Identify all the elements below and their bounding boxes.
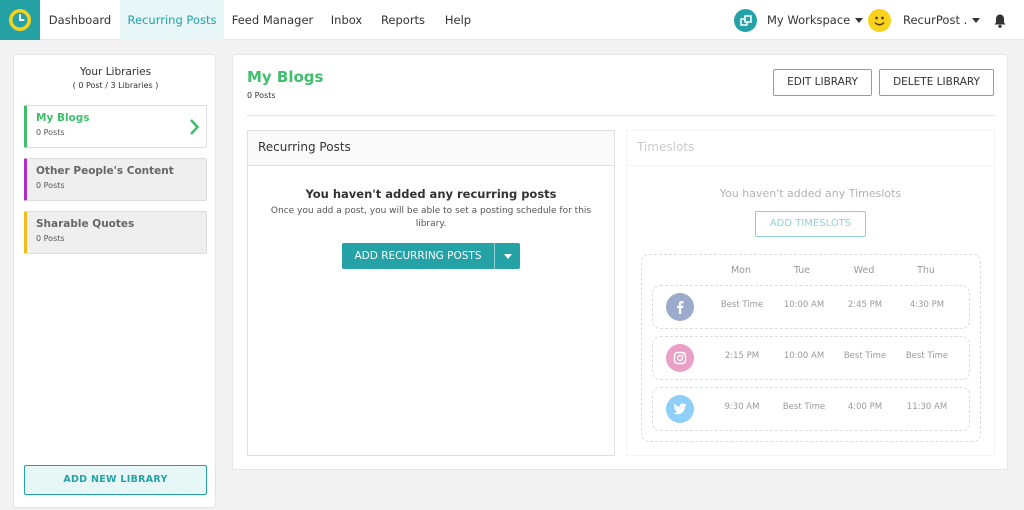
timeslot-cell: 4:30 PM <box>909 300 945 310</box>
library-item-other-peoples-content[interactable]: Other People's Content 0 Posts <box>24 158 207 201</box>
user-label: RecurPost . <box>903 13 968 27</box>
timeslot-row-twitter: 9:30 AM Best Time 4:00 PM 11:30 AM <box>652 387 970 431</box>
recurpost-logo-icon[interactable] <box>0 0 40 40</box>
timeslots-heading: Timeslots <box>627 131 994 166</box>
recurring-posts-card: Recurring Posts You haven't added any re… <box>247 130 615 456</box>
sidebar-title: Your Libraries <box>79 66 152 78</box>
day-header: Mon <box>730 265 752 276</box>
delete-library-button[interactable]: DELETE LIBRARY <box>879 69 994 96</box>
timeslot-cell: 10:00 AM <box>783 351 825 361</box>
post-count: 0 Posts <box>247 91 276 100</box>
divider <box>247 115 995 116</box>
user-dropdown[interactable]: RecurPost . <box>903 0 981 40</box>
add-recurring-posts-label[interactable]: ADD RECURRING POSTS <box>342 243 494 269</box>
timeslot-row-facebook: Best Time 10:00 AM 2:45 PM 4:30 PM <box>652 285 970 329</box>
workspace-dropdown[interactable]: My Workspace <box>767 0 864 40</box>
sidebar-subtitle: ( 0 Post / 3 Libraries ) <box>72 81 159 90</box>
library-name: Sharable Quotes <box>36 218 135 230</box>
chevron-down-icon <box>972 18 981 23</box>
chevron-down-icon <box>855 18 864 23</box>
nav-reports[interactable]: Reports <box>372 0 434 40</box>
nav-recurring-posts[interactable]: Recurring Posts <box>120 0 224 40</box>
timeslot-cell: Best Time <box>843 351 887 361</box>
timeslot-cell: 4:00 PM <box>847 402 883 412</box>
nav-feed-manager[interactable]: Feed Manager <box>224 0 321 40</box>
add-posts-dropdown-toggle[interactable] <box>495 243 520 269</box>
add-timeslots-button[interactable]: ADD TIMESLOTS <box>755 211 866 237</box>
add-new-library-button[interactable]: ADD NEW LIBRARY <box>24 465 207 495</box>
library-count: 0 Posts <box>36 181 65 190</box>
day-header: Wed <box>853 265 875 276</box>
twitter-icon <box>666 395 694 423</box>
empty-state-text: Once you add a post, you will be able to… <box>270 206 592 229</box>
library-item-sharable-quotes[interactable]: Sharable Quotes 0 Posts <box>24 211 207 254</box>
workspace-label: My Workspace <box>767 13 851 27</box>
timeslot-cell: 9:30 AM <box>724 402 760 412</box>
library-panel: My Blogs 0 Posts EDIT LIBRARY DELETE LIB… <box>232 54 1008 470</box>
library-name: Other People's Content <box>36 165 174 177</box>
library-count: 0 Posts <box>36 128 65 137</box>
timeslots-card: Timeslots You haven't added any Timeslot… <box>626 130 995 456</box>
chevron-right-icon <box>190 119 200 135</box>
top-navigation: Dashboard Recurring Posts Feed Manager I… <box>0 0 1024 40</box>
timeslot-cell: 11:30 AM <box>906 402 948 412</box>
recurring-posts-heading: Recurring Posts <box>248 131 614 166</box>
nav-help[interactable]: Help <box>434 0 482 40</box>
nav-dashboard[interactable]: Dashboard <box>40 0 120 40</box>
add-recurring-posts-button[interactable]: ADD RECURRING POSTS <box>342 243 520 269</box>
library-name: My Blogs <box>36 112 90 124</box>
avatar[interactable] <box>868 9 891 32</box>
edit-library-button[interactable]: EDIT LIBRARY <box>773 69 872 96</box>
timeslot-cell: 10:00 AM <box>783 300 825 310</box>
timeslot-row-instagram: 2:15 PM 10:00 AM Best Time Best Time <box>652 336 970 380</box>
timeslots-empty-text: You haven't added any Timeslots <box>719 187 902 200</box>
bell-icon[interactable] <box>992 13 1008 29</box>
timeslot-cell: Best Time <box>782 402 826 412</box>
day-header: Tue <box>793 265 811 276</box>
timeslot-preview-grid: Mon Tue Wed Thu Best Time 10:00 AM 2:45 … <box>641 254 981 442</box>
timeslot-cell: Best Time <box>720 300 764 310</box>
facebook-icon <box>666 293 694 321</box>
nav-inbox[interactable]: Inbox <box>321 0 372 40</box>
workspace-icon[interactable] <box>734 9 757 32</box>
chevron-down-icon <box>503 253 512 259</box>
libraries-sidebar: Your Libraries ( 0 Post / 3 Libraries ) … <box>13 54 216 508</box>
timeslot-cell: 2:45 PM <box>847 300 883 310</box>
empty-state-title: You haven't added any recurring posts <box>305 187 557 201</box>
timeslot-cell: 2:15 PM <box>724 351 760 361</box>
library-count: 0 Posts <box>36 234 65 243</box>
instagram-icon <box>666 344 694 372</box>
day-header: Thu <box>917 265 935 276</box>
library-item-my-blogs[interactable]: My Blogs 0 Posts <box>24 105 207 148</box>
page-title: My Blogs <box>247 68 324 86</box>
timeslot-cell: Best Time <box>905 351 949 361</box>
